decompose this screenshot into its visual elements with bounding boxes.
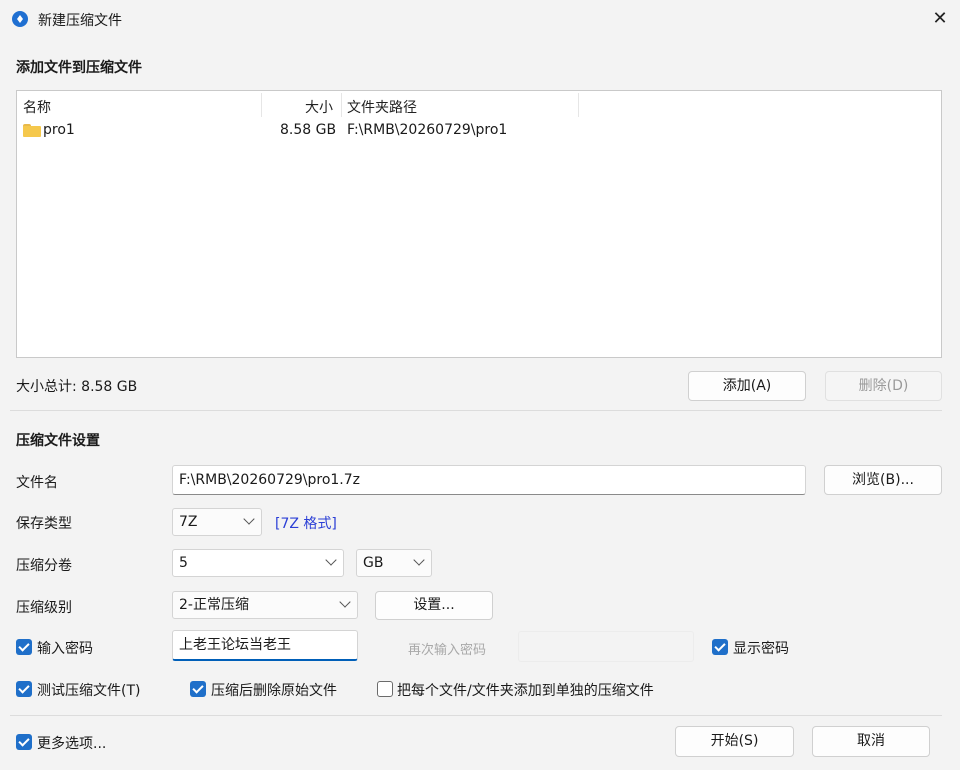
save-type-select[interactable]: 7Z [172, 508, 262, 536]
delete-button[interactable]: 删除(D) [825, 371, 942, 401]
column-header-path[interactable]: 文件夹路径 [347, 97, 417, 117]
password-label[interactable]: 输入密码 [37, 638, 93, 658]
delete-after-checkbox[interactable] [190, 681, 206, 697]
cancel-button[interactable]: 取消 [812, 726, 930, 757]
volume-size-combobox[interactable]: 5 [172, 549, 344, 577]
password-checkbox[interactable] [16, 639, 32, 655]
delete-after-label[interactable]: 压缩后删除原始文件 [211, 680, 337, 700]
chevron-down-icon [413, 554, 425, 566]
save-type-value: 7Z [179, 514, 198, 530]
save-type-format-note: [7Z 格式] [275, 516, 337, 532]
browse-button[interactable]: 浏览(B)... [824, 465, 942, 495]
file-list[interactable]: 名称 大小 文件夹路径 pro1 8.58 GB F:\RMB\20260729… [16, 90, 942, 358]
folder-icon [23, 124, 41, 137]
show-password-checkbox[interactable] [712, 639, 728, 655]
column-header-size[interactable]: 大小 [305, 97, 333, 117]
test-archive-checkbox[interactable] [16, 681, 32, 697]
window-title: 新建压缩文件 [38, 13, 122, 29]
password-input[interactable]: 上老王论坛当老王 [172, 630, 358, 661]
volume-unit-select[interactable]: GB [356, 549, 432, 577]
chevron-down-icon [243, 513, 255, 525]
title-bar [0, 0, 960, 38]
filename-label: 文件名 [16, 475, 58, 491]
add-files-heading: 添加文件到压缩文件 [16, 60, 142, 76]
show-password-label[interactable]: 显示密码 [733, 638, 789, 658]
app-logo-icon [12, 11, 28, 27]
filename-input[interactable]: F:\RMB\20260729\pro1.7z [172, 465, 806, 495]
more-options-label[interactable]: 更多选项... [37, 733, 106, 753]
close-icon[interactable]: ✕ [929, 8, 951, 30]
chevron-down-icon [339, 596, 351, 608]
add-button[interactable]: 添加(A) [688, 371, 806, 401]
volume-size-value: 5 [179, 555, 188, 571]
file-row-name[interactable]: pro1 [43, 122, 75, 138]
settings-heading: 压缩文件设置 [16, 433, 100, 449]
file-row-size: 8.58 GB [280, 122, 337, 138]
each-separate-label[interactable]: 把每个文件/文件夹添加到单独的压缩文件 [397, 680, 654, 700]
password-confirm-input[interactable] [518, 631, 694, 662]
compression-level-value: 2-正常压缩 [179, 597, 249, 613]
file-row-path: F:\RMB\20260729\pro1 [347, 122, 508, 138]
column-separator[interactable] [341, 93, 342, 117]
test-archive-label[interactable]: 测试压缩文件(T) [37, 680, 140, 700]
config-button[interactable]: 设置... [375, 591, 493, 620]
total-size-label: 大小总计: 8.58 GB [16, 379, 138, 395]
each-separate-checkbox[interactable] [377, 681, 393, 697]
column-separator[interactable] [578, 93, 579, 117]
volume-unit-value: GB [363, 555, 384, 571]
section-divider [10, 410, 942, 411]
column-header-name[interactable]: 名称 [23, 97, 51, 117]
compression-level-select[interactable]: 2-正常压缩 [172, 591, 358, 619]
password-confirm-label: 再次输入密码 [408, 643, 487, 658]
level-label: 压缩级别 [16, 600, 72, 616]
section-divider [10, 715, 942, 716]
chevron-down-icon [325, 554, 337, 566]
volume-label: 压缩分卷 [16, 558, 72, 574]
start-button[interactable]: 开始(S) [675, 726, 794, 757]
save-type-label: 保存类型 [16, 516, 72, 532]
more-options-checkbox[interactable] [16, 734, 32, 750]
column-separator[interactable] [261, 93, 262, 117]
